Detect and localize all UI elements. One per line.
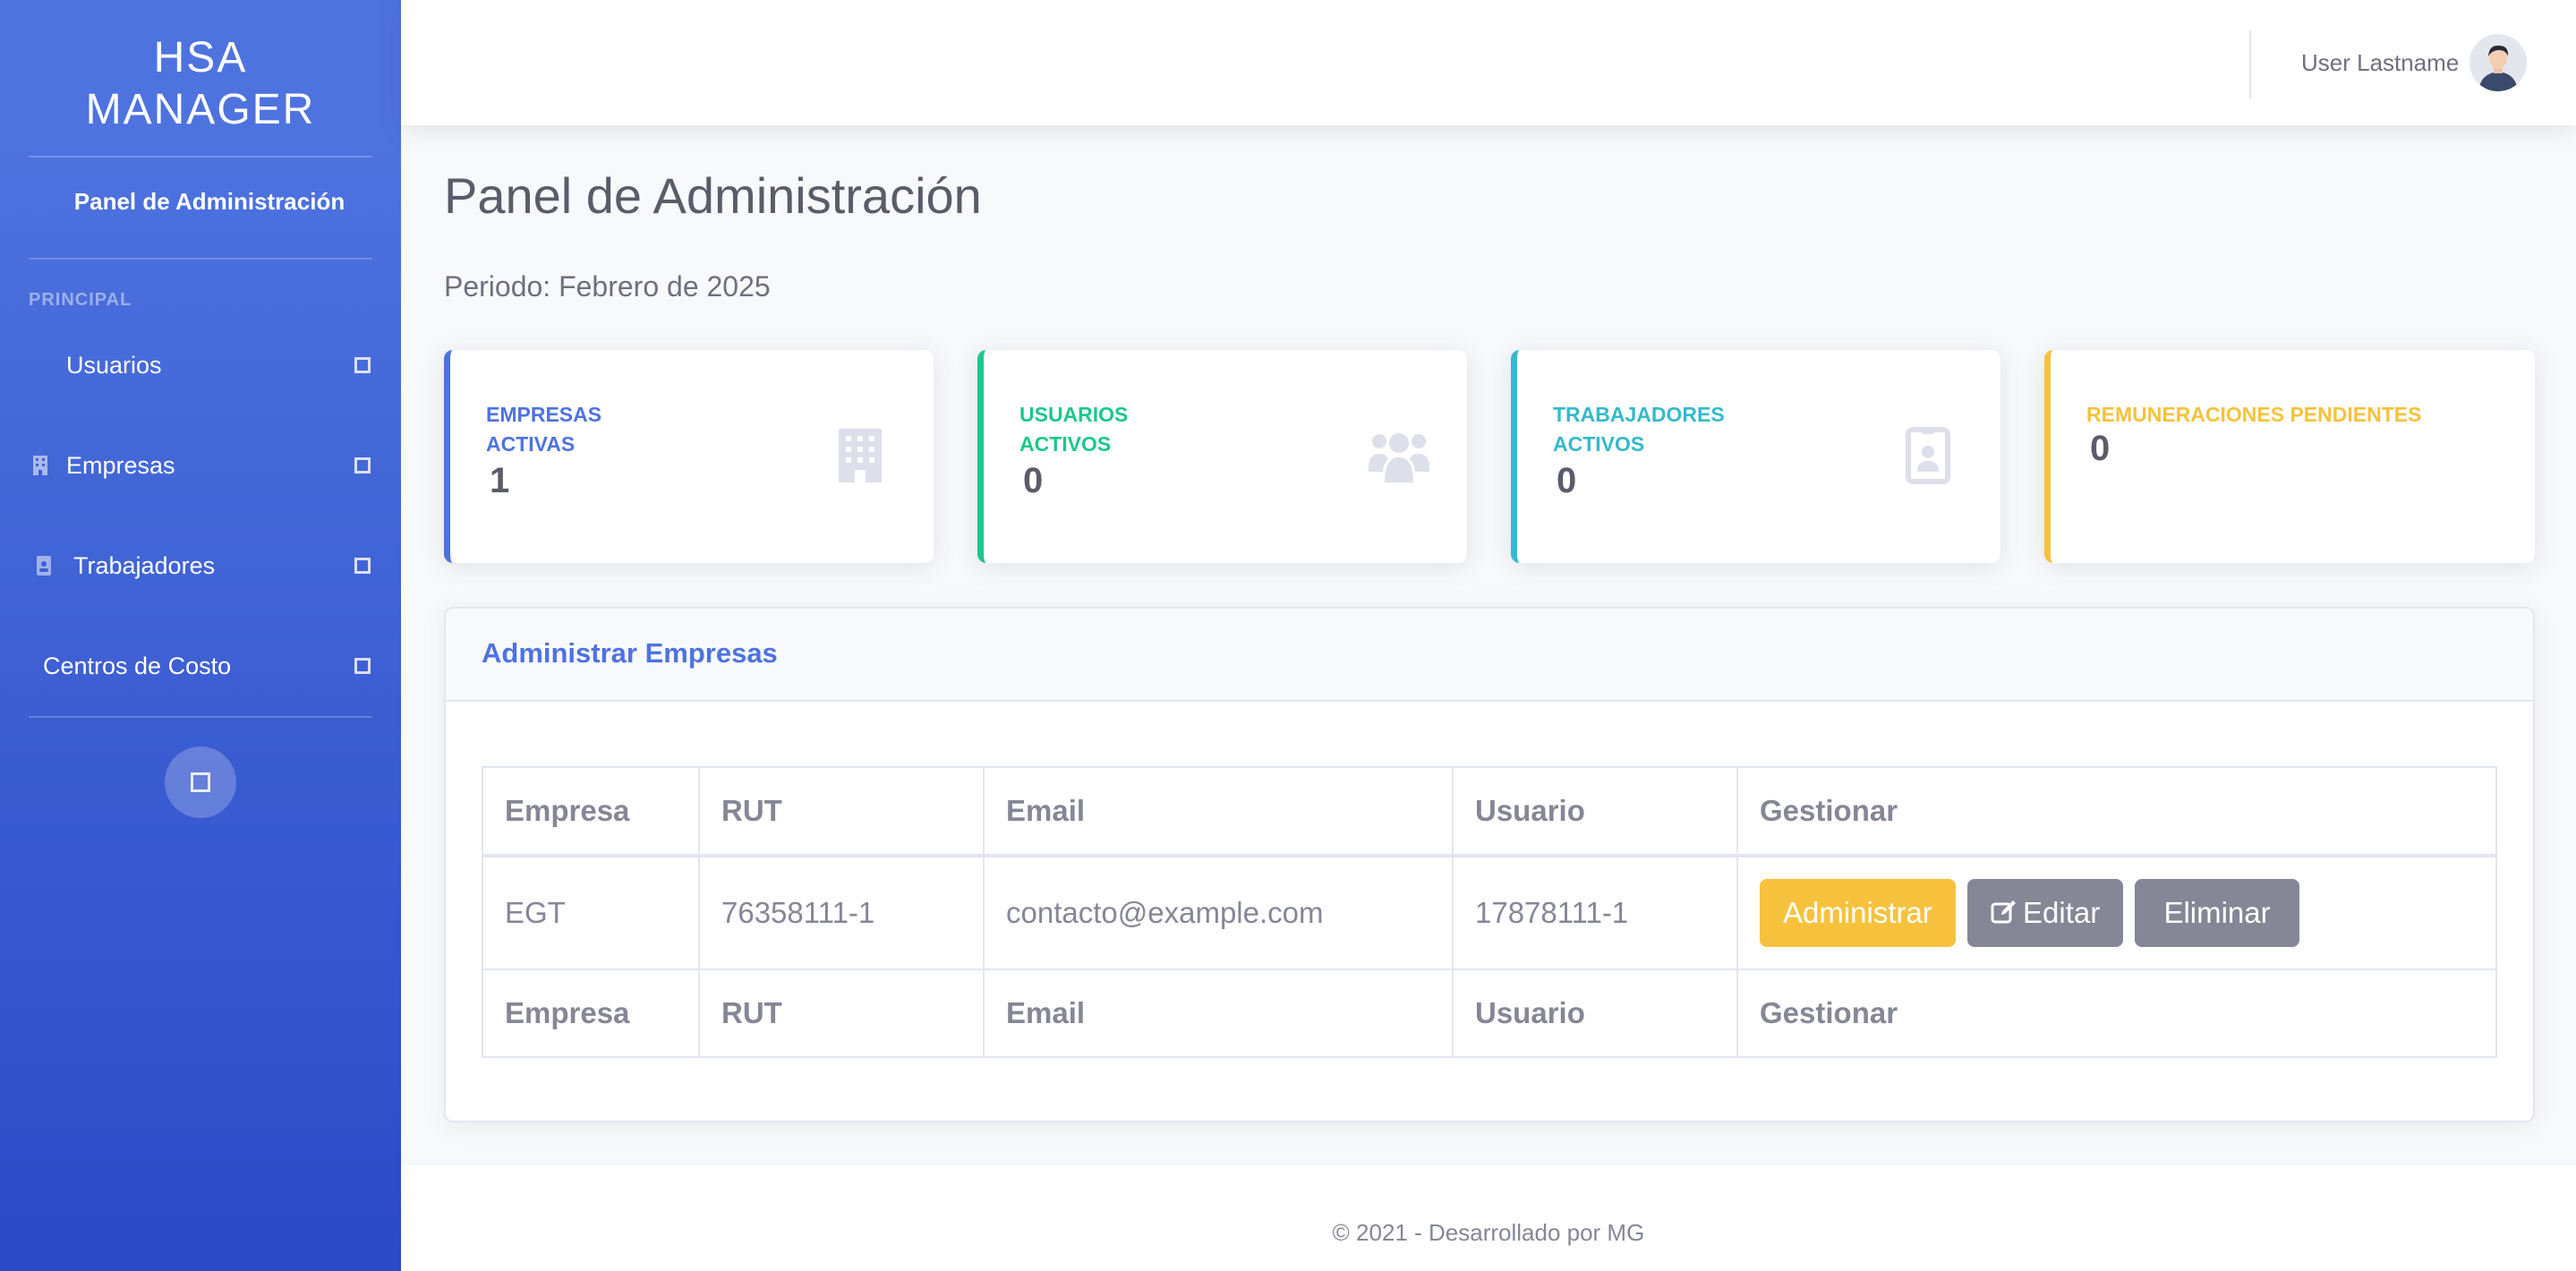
footer-copyright: © 2021 - Desarrollado por MG: [1332, 1219, 1645, 1246]
topbar-divider: [2249, 30, 2251, 98]
card-label: TRABAJADORES ACTIVOS: [1553, 403, 1725, 456]
sidebar-item-label: Usuarios: [66, 351, 162, 379]
collapse-icon: [354, 658, 371, 674]
sidebar-divider: [29, 716, 372, 718]
column-footer: Gestionar: [1736, 968, 2497, 1058]
cell-email: contacto@example.com: [983, 855, 1454, 970]
column-header[interactable]: Email: [983, 766, 1454, 857]
square-icon: [191, 772, 210, 792]
building-icon: [837, 427, 883, 489]
cell-usuario: 17878111-1: [1452, 855, 1738, 970]
cell-empresa: EGT: [482, 855, 700, 970]
sidebar-item-empresas[interactable]: Empresas: [29, 439, 372, 492]
brand-logo[interactable]: HSA MANAGER: [0, 32, 401, 136]
collapse-icon: [354, 357, 371, 373]
column-footer: Email: [983, 968, 1454, 1058]
sidebar-divider: [29, 156, 372, 158]
sidebar-item-dashboard[interactable]: Panel de Administración: [29, 188, 372, 216]
sidebar-item-label: Centros de Costo: [43, 652, 232, 679]
column-footer: Empresa: [482, 968, 700, 1058]
footer: © 2021 - Desarrollado por MG: [401, 1165, 2576, 1271]
page-title: Panel de Administración: [444, 167, 982, 224]
editar-button[interactable]: Editar: [1967, 879, 2124, 947]
cell-rut: 76358111-1: [698, 855, 985, 970]
table-footer-row: Empresa RUT Email Usuario Gestionar: [482, 968, 2497, 1058]
sidebar-item-label: Trabajadores: [73, 551, 216, 579]
card-value: 0: [2090, 429, 2111, 468]
avatar-icon: [2469, 34, 2527, 91]
cell-gestionar: Administrar Editar Eliminar: [1736, 855, 2497, 970]
editar-label: Editar: [2023, 896, 2101, 929]
building-icon: [29, 455, 66, 476]
panel-header: Administrar Empresas: [446, 609, 2533, 702]
column-header[interactable]: Empresa: [482, 766, 700, 857]
sidebar-heading: PRINCIPAL: [29, 290, 132, 310]
card-value: 1: [490, 461, 510, 500]
card-trabajadores-activos: TRABAJADORES ACTIVOS 0: [1511, 350, 2000, 563]
sidebar-divider: [29, 258, 372, 260]
sidebar-item-trabajadores[interactable]: Trabajadores: [29, 539, 372, 593]
card-value: 0: [1557, 461, 1577, 500]
users-icon: [1367, 427, 1431, 489]
empresas-panel: Administrar Empresas Empresa RUT Email U…: [444, 607, 2535, 1122]
panel-title: Administrar Empresas: [482, 637, 778, 669]
card-usuarios-activos: USUARIOS ACTIVOS 0: [977, 350, 1467, 563]
table-row: EGT 76358111-1 contacto@example.com 1787…: [482, 855, 2497, 970]
id-badge-icon: [29, 555, 73, 576]
administrar-button[interactable]: Administrar: [1760, 879, 1956, 947]
table-header-row: Empresa RUT Email Usuario Gestionar: [482, 766, 2497, 857]
sidebar-toggle-button[interactable]: [165, 746, 236, 818]
sidebar-item-label: Empresas: [66, 451, 175, 479]
card-value: 0: [1023, 461, 1044, 500]
card-empresas-activas: EMPRESAS ACTIVAS 1: [444, 350, 934, 563]
sidebar: HSA MANAGER Panel de Administración PRIN…: [0, 0, 401, 1271]
sidebar-item-usuarios[interactable]: Usuarios: [29, 338, 372, 392]
column-header[interactable]: Gestionar: [1736, 766, 2497, 857]
user-name[interactable]: User Lastname: [2301, 49, 2459, 77]
brand-line1: HSA: [153, 34, 248, 81]
eliminar-button[interactable]: Eliminar: [2135, 879, 2299, 947]
column-header[interactable]: RUT: [698, 766, 985, 857]
collapse-icon: [354, 457, 371, 473]
empresas-table: Empresa RUT Email Usuario Gestionar EGT …: [482, 766, 2497, 1058]
topbar: User Lastname: [401, 0, 2576, 125]
card-label: USUARIOS ACTIVOS: [1019, 403, 1129, 456]
brand-line2: MANAGER: [85, 86, 316, 133]
card-label: REMUNERACIONES PENDIENTES: [2086, 403, 2422, 426]
sidebar-item-centros-de-costo[interactable]: Centros de Costo: [29, 639, 372, 693]
edit-icon: [1991, 900, 2017, 924]
collapse-icon: [354, 558, 371, 574]
period-text: Periodo: Febrero de 2025: [444, 270, 771, 303]
user-avatar[interactable]: [2469, 34, 2527, 91]
id-badge-icon: [1906, 427, 1950, 489]
column-header[interactable]: Usuario: [1452, 766, 1738, 857]
card-label: EMPRESAS ACTIVAS: [486, 403, 602, 456]
card-remuneraciones-pendientes: REMUNERACIONES PENDIENTES 0: [2044, 350, 2535, 563]
column-footer: Usuario: [1452, 968, 1738, 1058]
column-footer: RUT: [698, 968, 985, 1058]
